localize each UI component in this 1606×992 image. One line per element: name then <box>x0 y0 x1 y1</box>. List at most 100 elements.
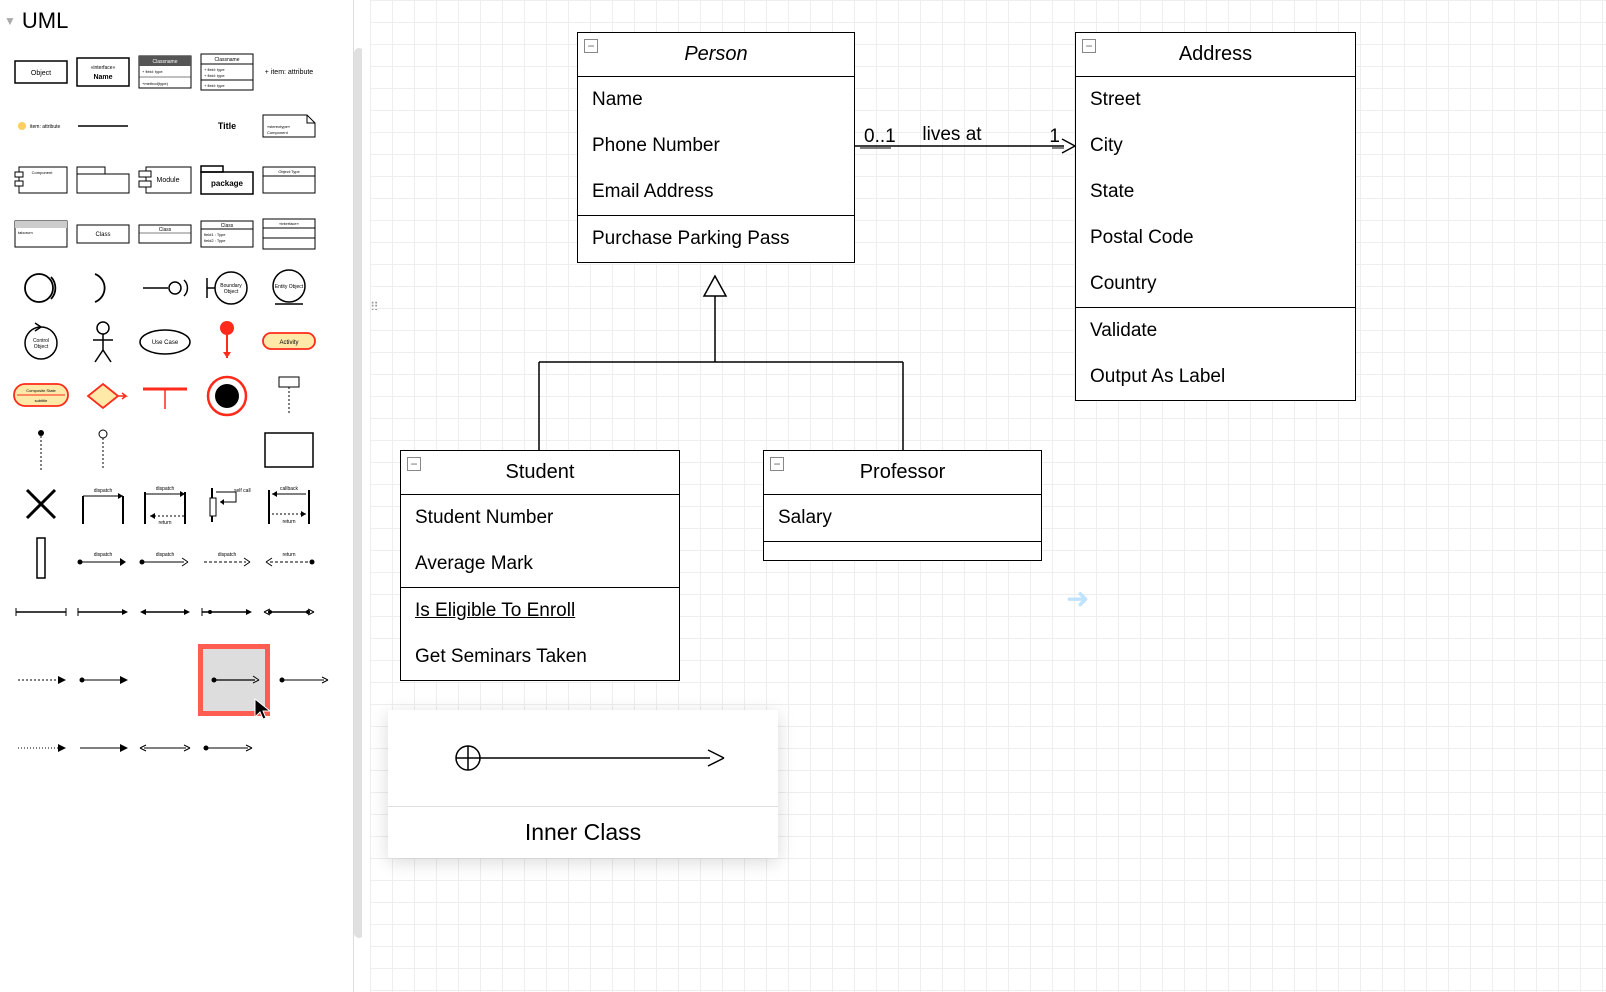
shape-arrow-biopen[interactable] <box>136 726 194 770</box>
shape-class-label2[interactable]: Class <box>136 212 194 256</box>
collapse-icon[interactable]: − <box>1082 39 1096 53</box>
shape-activation-bar[interactable] <box>12 536 70 580</box>
shape-control-object[interactable]: ControlObject <box>12 320 70 364</box>
operation[interactable]: Purchase Parking Pass <box>578 216 854 262</box>
shape-lifeline-head[interactable] <box>260 374 318 418</box>
shape-lifeline-dashed[interactable] <box>12 428 70 472</box>
shape-msg-dispatch-2[interactable]: dispatch <box>136 536 194 580</box>
shape-class-parts[interactable]: Classfield1 : Typefield2 : Type <box>198 212 256 256</box>
attribute[interactable]: City <box>1076 123 1355 169</box>
shape-use-case[interactable]: Use Case <box>136 320 194 364</box>
sidebar-scrollbar[interactable] <box>354 48 364 938</box>
shape-callback[interactable]: callbackreturn <box>260 482 318 526</box>
class-professor[interactable]: − Professor Salary <box>763 450 1042 561</box>
operation[interactable]: Output As Label <box>1076 354 1355 400</box>
attribute[interactable]: Salary <box>764 495 1041 541</box>
shape-empty5[interactable] <box>260 726 318 770</box>
shape-arrow-dot-open[interactable] <box>274 658 332 702</box>
operation[interactable]: Validate <box>1076 308 1355 354</box>
shape-title[interactable]: Title <box>198 104 256 148</box>
shape-object-type[interactable]: Object:Type <box>260 158 318 202</box>
svg-text:Class: Class <box>159 227 172 233</box>
shape-arrow-dot2[interactable] <box>198 726 256 770</box>
shape-msg-return[interactable]: return <box>260 536 318 580</box>
shape-dispatch-1[interactable]: dispatch <box>74 482 132 526</box>
shape-entity-object[interactable]: Entity Object <box>260 266 318 310</box>
hover-connect-arrow-icon[interactable]: ➜ <box>1066 582 1089 615</box>
shape-note[interactable]: «stereotype»Component <box>260 104 318 148</box>
shape-arrow-dashdot[interactable] <box>12 726 70 770</box>
palette-section-header[interactable]: ▼ UML <box>0 0 353 42</box>
shape-empty2[interactable] <box>136 428 194 472</box>
shape-class-filled[interactable]: Classname+ field: type+method(type) <box>136 50 194 94</box>
attribute[interactable]: Country <box>1076 261 1355 307</box>
shape-tabs[interactable] <box>74 158 132 202</box>
shape-interface[interactable]: «interface»Name <box>74 50 132 94</box>
operation[interactable]: Is Eligible To Enroll <box>401 588 679 634</box>
shape-package[interactable]: package <box>198 158 256 202</box>
shape-object[interactable]: Object <box>12 50 70 94</box>
shape-arrow-dot-solid[interactable] <box>74 658 132 702</box>
svg-text:field1 : Type: field1 : Type <box>204 232 226 237</box>
svg-text:+method(type): +method(type) <box>142 81 169 86</box>
shape-required-interface[interactable] <box>74 266 132 310</box>
collapse-icon[interactable]: − <box>770 457 784 471</box>
operation[interactable]: Get Seminars Taken <box>401 634 679 680</box>
shape-boundary-object[interactable]: BoundaryObject <box>198 266 256 310</box>
shape-lollipop[interactable] <box>136 266 194 310</box>
shape-line-seg5[interactable] <box>260 590 318 634</box>
shape-attr-badge[interactable]: item: attribute <box>12 104 70 148</box>
svg-text:Use Case: Use Case <box>152 340 179 346</box>
attribute[interactable]: Phone Number <box>578 123 854 169</box>
shape-hline[interactable] <box>74 104 132 148</box>
shape-composite-state[interactable]: Composite Statesubtitle <box>12 374 70 418</box>
shape-arrow-plain[interactable] <box>74 726 132 770</box>
shape-dispatch-return[interactable]: dispatchreturn <box>136 482 194 526</box>
shape-item-attribute[interactable]: + item: attribute <box>260 50 318 94</box>
shape-lifeline-open[interactable] <box>74 428 132 472</box>
attribute[interactable]: Student Number <box>401 495 679 541</box>
shape-line-seg1[interactable] <box>12 590 70 634</box>
shape-activity[interactable]: Activity <box>260 320 318 364</box>
shape-line-seg4[interactable] <box>198 590 256 634</box>
shape-empty4[interactable] <box>136 658 194 702</box>
svg-text:Composite State: Composite State <box>26 388 56 393</box>
attribute[interactable]: State <box>1076 169 1355 215</box>
shape-interface-parts[interactable]: «interface» <box>260 212 318 256</box>
shape-final-node[interactable] <box>198 374 256 418</box>
shape-line-seg3[interactable] <box>136 590 194 634</box>
shape-module[interactable]: Module <box>136 158 194 202</box>
shape-class-plain[interactable]: Classname+ field: type+ field: type+ fie… <box>198 50 256 94</box>
shape-line-seg2[interactable] <box>74 590 132 634</box>
shape-fork[interactable] <box>136 374 194 418</box>
shape-msg-dispatch-dash[interactable]: dispatch <box>198 536 256 580</box>
shape-empty1[interactable] <box>136 104 194 148</box>
svg-text:Entity Object: Entity Object <box>275 284 304 290</box>
attribute[interactable]: Average Mark <box>401 541 679 587</box>
shape-rect[interactable] <box>260 428 318 472</box>
multiplicity-left: 0..1 <box>864 126 896 147</box>
svg-text:package: package <box>211 179 244 188</box>
class-address[interactable]: − Address Street City State Postal Code … <box>1075 32 1356 401</box>
shape-actor[interactable] <box>74 320 132 364</box>
shape-interface-circle[interactable] <box>12 266 70 310</box>
attribute[interactable]: Name <box>578 77 854 123</box>
shape-class-label[interactable]: Class <box>74 212 132 256</box>
shape-initial-node[interactable] <box>198 320 256 364</box>
shape-empty3[interactable] <box>198 428 256 472</box>
shape-arrow-dashed-solid[interactable] <box>12 658 70 702</box>
shape-msg-dispatch[interactable]: dispatch <box>74 536 132 580</box>
shape-self-call[interactable]: self call <box>198 482 256 526</box>
shape-delete[interactable] <box>12 482 70 526</box>
attribute[interactable]: Email Address <box>578 169 854 215</box>
attribute[interactable]: Postal Code <box>1076 215 1355 261</box>
shape-decision[interactable] <box>74 374 132 418</box>
collapse-icon[interactable]: − <box>407 457 421 471</box>
shape-table[interactable]: taborum <box>12 212 70 256</box>
class-person[interactable]: − Person Name Phone Number Email Address… <box>577 32 855 263</box>
collapse-icon[interactable]: − <box>584 39 598 53</box>
shape-inner-class-connector[interactable] <box>198 644 270 716</box>
class-student[interactable]: − Student Student Number Average Mark Is… <box>400 450 680 681</box>
shape-component[interactable]: Component <box>12 158 70 202</box>
attribute[interactable]: Street <box>1076 77 1355 123</box>
